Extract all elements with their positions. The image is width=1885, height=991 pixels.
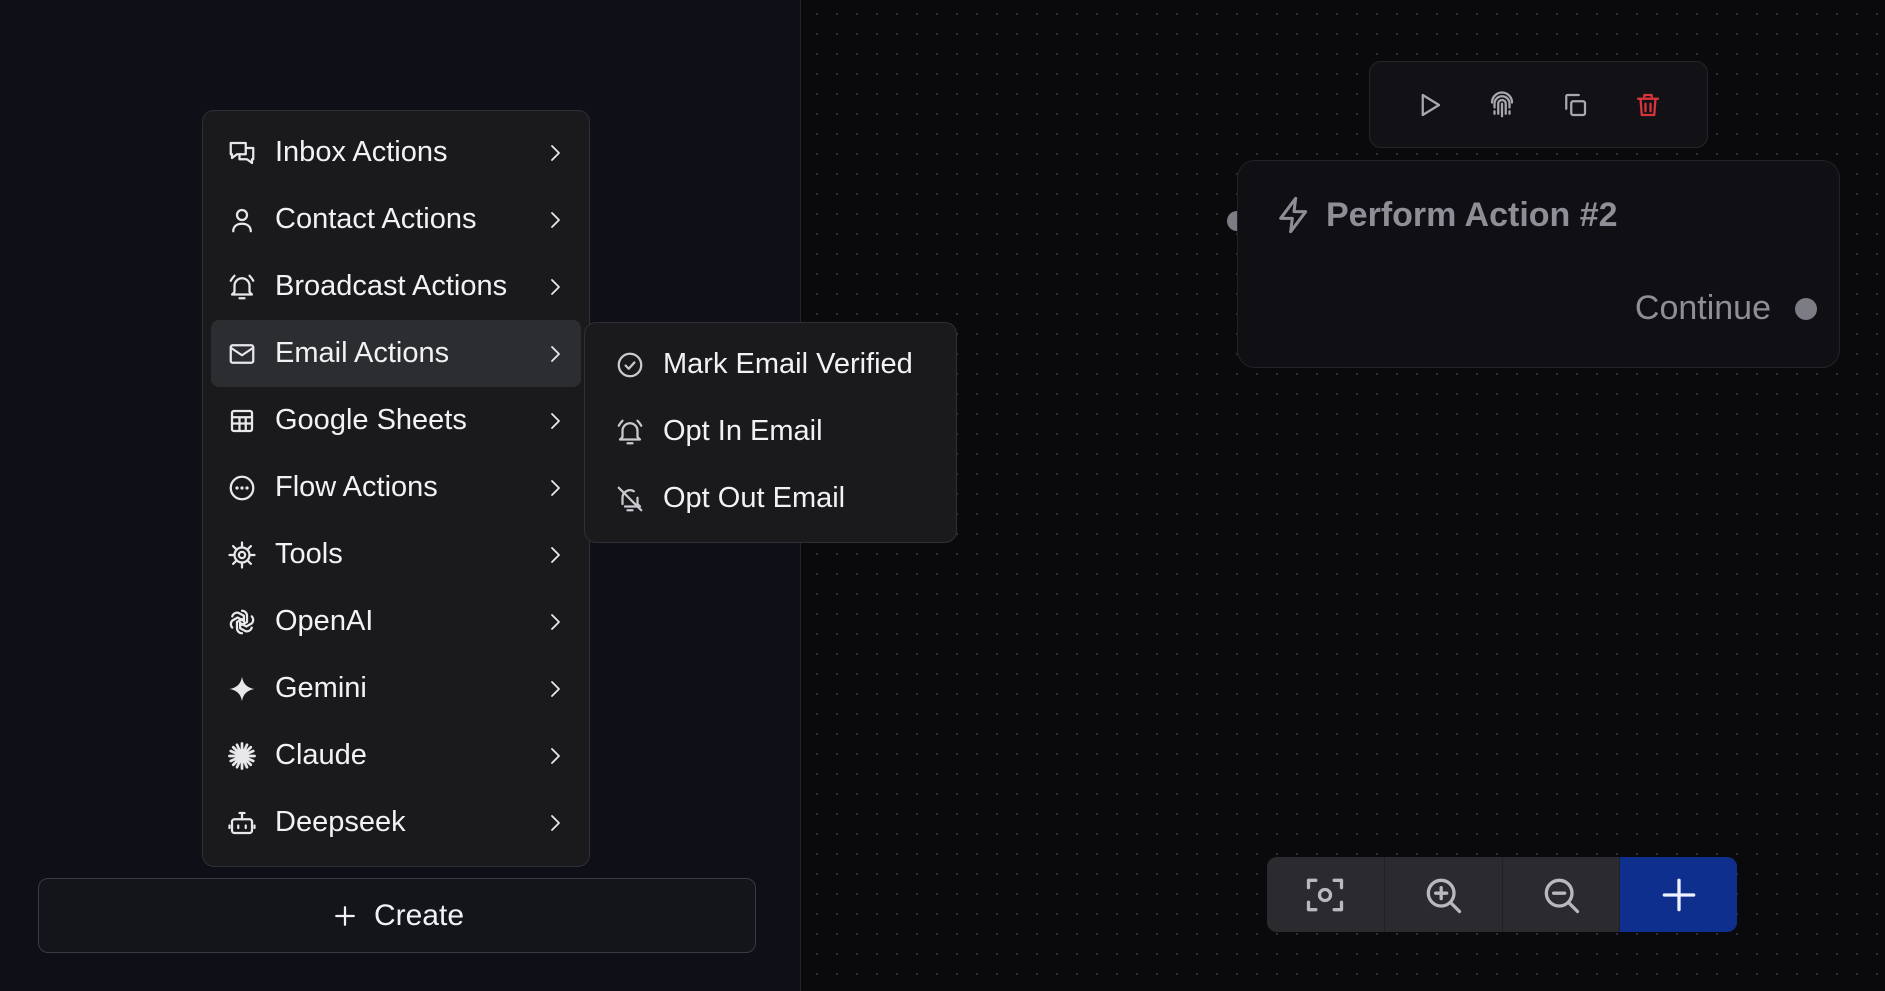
menu-item-label: Contact Actions <box>275 203 477 235</box>
bot-icon <box>225 806 259 840</box>
chevron-right-icon <box>543 275 567 299</box>
delete-node-button[interactable] <box>1626 83 1670 127</box>
bell-icon <box>613 415 647 449</box>
menu-item-label: Tools <box>275 538 343 570</box>
zoom-out-button[interactable] <box>1503 857 1621 932</box>
node-toolbar <box>1369 61 1708 148</box>
submenu-item-mark-email-verified[interactable]: Mark Email Verified <box>593 331 948 398</box>
sheet-grid-icon <box>225 404 259 438</box>
chevron-right-icon <box>543 476 567 500</box>
zoom-out-icon <box>1539 873 1583 917</box>
canvas-controls <box>1267 857 1737 932</box>
chat-bubbles-icon <box>225 136 259 170</box>
node-title: Perform Action #2 <box>1274 195 1618 235</box>
submenu-item-opt-in-email[interactable]: Opt In Email <box>593 398 948 465</box>
menu-item-inbox-actions[interactable]: Inbox Actions <box>211 119 581 186</box>
create-button-label: Create <box>373 898 465 932</box>
submenu-item-label: Opt Out Email <box>663 482 846 514</box>
sparkle-icon <box>225 672 259 706</box>
zoom-in-icon <box>1421 873 1465 917</box>
action-menu: Inbox Actions Contact Actions Broadcast … <box>202 110 590 867</box>
submenu-item-opt-out-email[interactable]: Opt Out Email <box>593 465 948 532</box>
menu-item-contact-actions[interactable]: Contact Actions <box>211 186 581 253</box>
create-button[interactable]: Create <box>38 878 756 953</box>
menu-item-label: Flow Actions <box>275 471 438 503</box>
menu-item-claude[interactable]: Claude <box>211 722 581 789</box>
cog-icon <box>225 538 259 572</box>
asterisk-burst-icon <box>225 739 259 773</box>
plus-icon <box>330 901 360 931</box>
flow-canvas[interactable] <box>801 0 1885 991</box>
menu-item-email-actions[interactable]: Email Actions <box>211 320 581 387</box>
openai-icon <box>225 605 259 639</box>
zoom-in-button[interactable] <box>1385 857 1503 932</box>
perform-action-node[interactable]: Perform Action #2 Continue <box>1237 160 1840 368</box>
plus-icon <box>1657 873 1701 917</box>
chevron-right-icon <box>543 141 567 165</box>
menu-item-deepseek[interactable]: Deepseek <box>211 789 581 856</box>
menu-item-label: OpenAI <box>275 605 374 637</box>
chevron-right-icon <box>543 208 567 232</box>
fingerprint-button[interactable] <box>1480 83 1524 127</box>
run-node-button[interactable] <box>1407 83 1451 127</box>
bell-ring-icon <box>225 270 259 304</box>
menu-item-label: Deepseek <box>275 806 406 838</box>
menu-item-broadcast-actions[interactable]: Broadcast Actions <box>211 253 581 320</box>
menu-item-tools[interactable]: Tools <box>211 521 581 588</box>
chevron-right-icon <box>543 409 567 433</box>
menu-item-label: Inbox Actions <box>275 136 448 168</box>
chevron-right-icon <box>543 342 567 366</box>
add-node-button[interactable] <box>1620 857 1737 932</box>
trash-icon <box>1633 90 1663 120</box>
check-circle-icon <box>613 348 647 382</box>
chevron-right-icon <box>543 543 567 567</box>
menu-item-flow-actions[interactable]: Flow Actions <box>211 454 581 521</box>
focus-frame-icon <box>1303 873 1347 917</box>
user-icon <box>225 203 259 237</box>
node-output-handle[interactable] <box>1795 298 1817 320</box>
menu-item-label: Google Sheets <box>275 404 467 436</box>
bell-off-icon <box>613 482 647 516</box>
menu-item-label: Claude <box>275 739 367 771</box>
chevron-right-icon <box>543 677 567 701</box>
menu-item-google-sheets[interactable]: Google Sheets <box>211 387 581 454</box>
email-actions-submenu: Mark Email Verified Opt In Email Opt Out… <box>584 322 957 543</box>
play-icon <box>1414 90 1444 120</box>
menu-item-label: Gemini <box>275 672 367 704</box>
menu-item-openai[interactable]: OpenAI <box>211 588 581 655</box>
submenu-item-label: Mark Email Verified <box>663 348 913 380</box>
menu-item-label: Broadcast Actions <box>275 270 508 302</box>
duplicate-node-button[interactable] <box>1553 83 1597 127</box>
node-output-label: Continue <box>1634 289 1771 327</box>
chevron-right-icon <box>543 744 567 768</box>
menu-item-label: Email Actions <box>275 337 450 369</box>
submenu-item-label: Opt In Email <box>663 415 823 447</box>
chevron-right-icon <box>543 610 567 634</box>
dots-circle-icon <box>225 471 259 505</box>
lightning-icon <box>1274 195 1314 235</box>
menu-item-gemini[interactable]: Gemini <box>211 655 581 722</box>
node-title-text: Perform Action #2 <box>1326 195 1618 234</box>
mail-icon <box>225 337 259 371</box>
copy-icon <box>1560 90 1590 120</box>
fingerprint-icon <box>1487 90 1517 120</box>
chevron-right-icon <box>543 811 567 835</box>
fit-view-button[interactable] <box>1267 857 1385 932</box>
